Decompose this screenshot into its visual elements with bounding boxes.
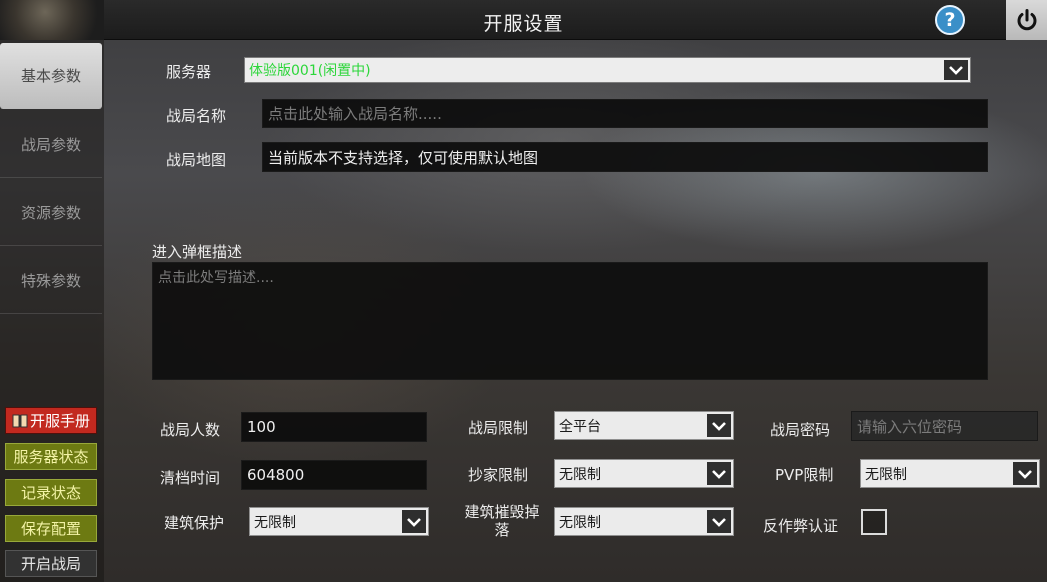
record-status-button[interactable]: 记录状态 xyxy=(5,479,97,506)
raid-limit-select[interactable]: 无限制 xyxy=(554,459,734,488)
popup-desc-label: 进入弹框描述 xyxy=(152,243,243,261)
page-title: 开服设置 xyxy=(483,13,564,35)
popup-desc-textarea[interactable]: 点击此处写描述.... xyxy=(152,262,988,380)
server-status-button[interactable]: 服务器状态 xyxy=(5,443,97,470)
building-protect-select[interactable]: 无限制 xyxy=(249,507,429,536)
chevron-down-icon xyxy=(707,462,731,485)
tab-match-params[interactable]: 战局参数 xyxy=(0,112,102,178)
server-label: 服务器 xyxy=(166,63,212,81)
match-map-label: 战局地图 xyxy=(166,151,227,169)
tab-resource-params[interactable]: 资源参数 xyxy=(0,180,102,246)
match-limit-select[interactable]: 全平台 xyxy=(554,411,734,440)
match-limit-label: 战局限制 xyxy=(468,419,529,437)
chevron-down-icon xyxy=(944,60,968,80)
match-name-input[interactable]: 点击此处输入战局名称..... xyxy=(262,99,988,128)
book-icon xyxy=(12,414,28,427)
server-select[interactable]: 体验版001(闲置中) xyxy=(244,57,971,83)
tab-special-params[interactable]: 特殊参数 xyxy=(0,248,102,314)
start-game-button[interactable]: 开启战局 xyxy=(5,550,97,577)
chevron-down-icon xyxy=(707,414,731,437)
match-password-input[interactable]: 请输入六位密码 xyxy=(851,411,1038,441)
server-manual-label: 开服手册 xyxy=(29,412,90,430)
raid-limit-value: 无限制 xyxy=(559,466,601,483)
player-count-input[interactable]: 100 xyxy=(241,412,427,442)
match-name-label: 战局名称 xyxy=(166,107,227,125)
building-destroy-drop-select[interactable]: 无限制 xyxy=(554,507,734,536)
player-count-label: 战局人数 xyxy=(160,421,221,439)
match-limit-value: 全平台 xyxy=(559,418,601,435)
anti-cheat-label: 反作弊认证 xyxy=(763,517,839,535)
building-destroy-drop-value: 无限制 xyxy=(559,514,601,531)
help-icon[interactable]: ? xyxy=(935,5,965,35)
title-bar: 开服设置 ? xyxy=(0,0,1047,40)
pvp-limit-value: 无限制 xyxy=(865,466,907,483)
match-map-field: 当前版本不支持选择，仅可使用默认地图 xyxy=(262,142,988,172)
building-protect-label: 建筑保护 xyxy=(164,514,225,532)
pvp-limit-select[interactable]: 无限制 xyxy=(860,459,1040,488)
building-destroy-drop-label-line1: 建筑摧毁掉 xyxy=(464,503,540,521)
pvp-limit-label: PVP限制 xyxy=(775,466,834,484)
building-destroy-drop-label-line2: 落 xyxy=(494,521,510,539)
chevron-down-icon xyxy=(707,510,731,533)
match-password-label: 战局密码 xyxy=(770,421,831,439)
building-destroy-drop-label: 建筑摧毁掉 落 xyxy=(459,503,545,539)
building-protect-value: 无限制 xyxy=(254,514,296,531)
sidebar: 基本参数 战局参数 资源参数 特殊参数 开服手册 服务器状态 记录状态 保存配置… xyxy=(0,40,104,582)
power-icon[interactable] xyxy=(1006,0,1047,40)
raid-limit-label: 抄家限制 xyxy=(468,466,529,484)
wipe-time-input[interactable]: 604800 xyxy=(241,460,427,490)
chevron-down-icon xyxy=(1013,462,1037,485)
server-manual-button[interactable]: 开服手册 xyxy=(5,407,97,434)
chevron-down-icon xyxy=(402,510,426,533)
server-select-value: 体验版001(闲置中) xyxy=(249,63,371,79)
save-config-button[interactable]: 保存配置 xyxy=(5,515,97,542)
anti-cheat-checkbox[interactable] xyxy=(861,509,887,535)
wipe-time-label: 清档时间 xyxy=(160,469,221,487)
tab-basic-params[interactable]: 基本参数 xyxy=(0,43,102,109)
